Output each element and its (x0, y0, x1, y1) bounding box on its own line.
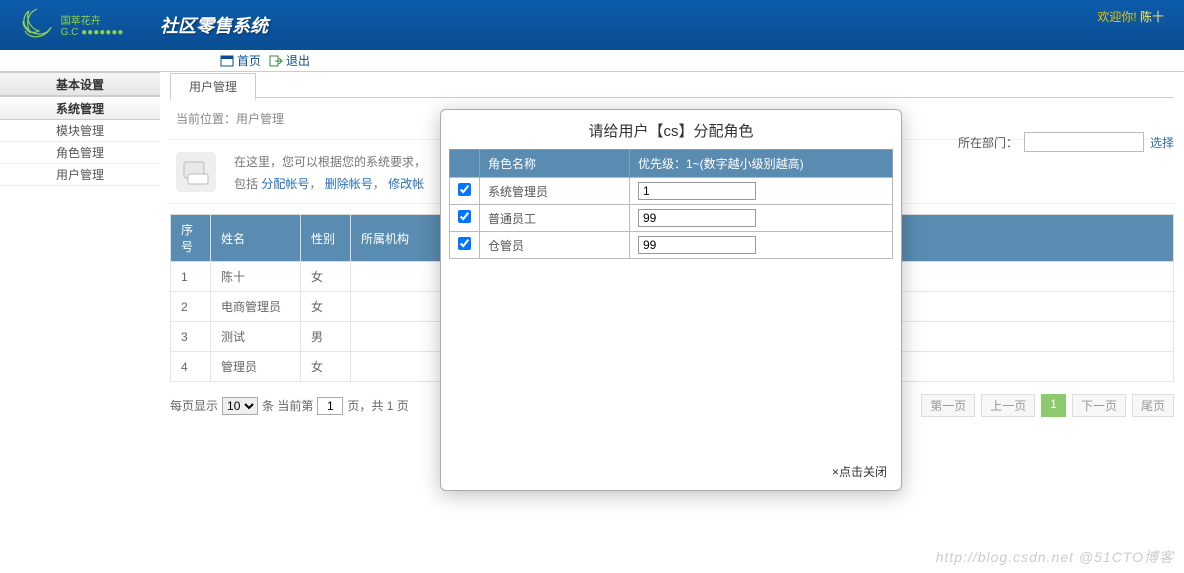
intro-text: 在这里，您可以根据您的系统要求， 包括 分配帐号， 删除帐号， 修改帐 (234, 152, 426, 195)
pager-current[interactable]: 1 (1041, 394, 1066, 417)
nav-logout[interactable]: 退出 (269, 52, 310, 69)
pager-next[interactable]: 下一页 (1072, 394, 1126, 417)
pager-mid2: 页，共 1 页 (347, 397, 408, 414)
cell-sex: 男 (301, 322, 351, 352)
cell-sex: 女 (301, 292, 351, 322)
intro-icon (176, 152, 216, 192)
role-name-cell: 仓管员 (480, 232, 630, 259)
role-checkbox[interactable] (458, 210, 471, 223)
role-name-cell: 普通员工 (480, 205, 630, 232)
welcome-prefix: 欢迎你! (1097, 10, 1140, 24)
breadcrumb-prefix: 当前位置： (176, 112, 236, 126)
modal-row: 系统管理员 (450, 178, 893, 205)
dept-label: 所在部门： (958, 134, 1018, 151)
role-checkbox[interactable] (458, 183, 471, 196)
pager-first[interactable]: 第一页 (921, 394, 975, 417)
th-check (450, 150, 480, 178)
role-name-cell: 系统管理员 (480, 178, 630, 205)
cell-name: 测试 (211, 322, 301, 352)
logout-icon (269, 55, 283, 67)
modal-title: 请给用户【cs】分配角色 (441, 110, 901, 149)
logo: 国萃花卉G.C ●●●●●●● (0, 0, 140, 50)
sidebar-cat-system[interactable]: 系统管理 (0, 96, 160, 120)
cell-name: 陈十 (211, 262, 301, 292)
role-checkbox[interactable] (458, 237, 471, 250)
app-title: 社区零售系统 (160, 12, 268, 38)
modal-close[interactable]: ×点击关闭 (441, 453, 901, 490)
watermark: http://blog.csdn.net @51CTO博客 (936, 547, 1174, 567)
welcome-username: 陈十 (1140, 10, 1164, 24)
tab-user-mgmt[interactable]: 用户管理 (170, 73, 256, 100)
sidebar-item-module[interactable]: 模块管理 (0, 120, 160, 142)
header: 国萃花卉G.C ●●●●●●● 社区零售系统 欢迎你! 陈十 (0, 0, 1184, 50)
logo-text: 国萃花卉G.C ●●●●●●● (61, 12, 124, 38)
priority-input[interactable] (638, 182, 756, 200)
sidebar-cat-basic[interactable]: 基本设置 (0, 72, 160, 96)
nav-home[interactable]: 首页 (220, 52, 261, 69)
th-name: 姓名 (211, 215, 301, 262)
cell-sex: 女 (301, 352, 351, 382)
cell-name: 电商管理员 (211, 292, 301, 322)
sidebar-item-user[interactable]: 用户管理 (0, 164, 160, 186)
pager-page-input[interactable] (317, 397, 343, 415)
dept-select-link[interactable]: 选择 (1150, 134, 1174, 151)
intro-link-edit[interactable]: 修改帐 (388, 177, 424, 191)
intro-link-assign[interactable]: 分配帐号 (261, 177, 309, 191)
priority-input[interactable] (638, 236, 756, 254)
cell-idx: 4 (171, 352, 211, 382)
priority-input[interactable] (638, 209, 756, 227)
intro-sep1: ， (309, 177, 321, 191)
intro-sep2: ， (373, 177, 385, 191)
th-role: 角色名称 (480, 150, 630, 178)
pager-perpage-label: 每页显示 (170, 397, 218, 414)
pager-mid1: 条 当前第 (262, 397, 313, 414)
modal-row: 仓管员 (450, 232, 893, 259)
pager-prev[interactable]: 上一页 (981, 394, 1035, 417)
subnav: 首页 退出 (0, 50, 1184, 72)
modal-close-label: ×点击关闭 (832, 465, 887, 479)
cell-idx: 1 (171, 262, 211, 292)
cell-idx: 2 (171, 292, 211, 322)
welcome-text: 欢迎你! 陈十 (1097, 8, 1164, 25)
th-priority: 优先级：1~(数字越小级别越高) (630, 150, 893, 178)
nav-logout-label: 退出 (286, 52, 310, 69)
nav-home-label: 首页 (237, 52, 261, 69)
cell-name: 管理员 (211, 352, 301, 382)
modal-row: 普通员工 (450, 205, 893, 232)
pager-last[interactable]: 尾页 (1132, 394, 1174, 417)
cell-sex: 女 (301, 262, 351, 292)
modal-role-table: 角色名称 优先级：1~(数字越小级别越高) 系统管理员 普通员工 仓管员 (449, 149, 893, 259)
cell-idx: 3 (171, 322, 211, 352)
intro-line1: 在这里，您可以根据您的系统要求， (234, 152, 426, 174)
modal-header-row: 角色名称 优先级：1~(数字越小级别越高) (450, 150, 893, 178)
intro-line2-prefix: 包括 (234, 177, 261, 191)
th-sex: 性别 (301, 215, 351, 262)
role-assign-modal: 请给用户【cs】分配角色 角色名称 优先级：1~(数字越小级别越高) 系统管理员… (440, 109, 902, 491)
pager-perpage-select[interactable]: 10 (222, 397, 258, 415)
sidebar: 基本设置 系统管理 模块管理 角色管理 用户管理 (0, 72, 160, 573)
sidebar-item-role[interactable]: 角色管理 (0, 142, 160, 164)
intro-link-delete[interactable]: 删除帐号 (325, 177, 373, 191)
dept-filter: 所在部门： 选择 (958, 132, 1174, 152)
breadcrumb-value: 用户管理 (236, 112, 284, 126)
th-idx: 序号 (171, 215, 211, 262)
home-icon (220, 55, 234, 67)
dept-input[interactable] (1024, 132, 1144, 152)
tabbar: 用户管理 (170, 72, 1174, 98)
